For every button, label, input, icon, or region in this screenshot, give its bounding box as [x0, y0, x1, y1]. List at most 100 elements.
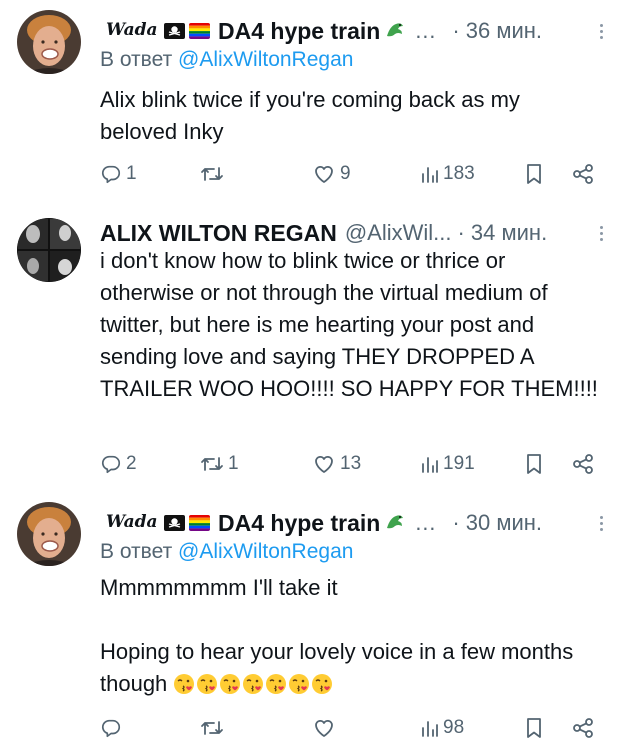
avatar-alix-wilton-regan[interactable] — [17, 218, 81, 282]
reply-context: В ответ @AlixWiltonRegan — [100, 540, 353, 564]
rainbow-flag-icon — [189, 515, 210, 531]
reply-button[interactable]: 2 — [100, 447, 137, 481]
share-button[interactable] — [571, 157, 595, 191]
dragon-emoji-icon — [384, 510, 406, 537]
tweet-2[interactable]: ALIX WILTON REGAN @AlixWil... · 34 мин. … — [0, 210, 625, 492]
views-count: 191 — [443, 453, 475, 474]
tweet-actions: 1 9 183 — [100, 157, 605, 191]
retweet-button[interactable]: 1 — [200, 447, 239, 481]
kissing-face-emoji-icon — [312, 674, 333, 694]
svg-text:Wada: Wada — [106, 512, 158, 532]
reply-context: В ответ @AlixWiltonRegan — [100, 48, 353, 72]
avatar-da4-hype-train[interactable] — [17, 10, 81, 74]
kissing-face-emoji-icon — [197, 674, 218, 694]
reply-to-link[interactable]: @AlixWiltonRegan — [178, 540, 353, 563]
retweet-icon — [201, 457, 223, 471]
views-count: 98 — [443, 717, 465, 738]
heart-icon — [315, 455, 333, 473]
share-button[interactable] — [571, 447, 595, 481]
reply-icon — [101, 165, 121, 184]
tweet-paragraph: i don't know how to blink twice or thric… — [100, 248, 598, 401]
dragon-emoji-icon — [384, 18, 406, 45]
author-script-name: Wada — [104, 510, 160, 537]
avatar-da4-hype-train[interactable] — [17, 502, 81, 566]
tweet-time[interactable]: · 36 мин. — [452, 18, 542, 44]
bookmark-button[interactable] — [525, 447, 543, 481]
tweet-3[interactable]: Wada DA4 hype train … · 30 мин. В ответ … — [0, 492, 625, 750]
more-icon[interactable] — [598, 20, 605, 43]
name-truncation: … — [414, 18, 437, 43]
tweet-paragraph: Hoping to hear your lovely voice in a fe… — [100, 639, 574, 696]
more-icon[interactable] — [598, 222, 605, 245]
reply-to-link[interactable]: @AlixWiltonRegan — [178, 48, 353, 71]
tweet-1[interactable]: Wada DA4 hype train … · 36 мин. В ответ … — [0, 0, 625, 210]
bookmark-icon — [527, 718, 541, 738]
heart-icon — [315, 165, 333, 183]
author-name[interactable]: ALIX WILTON REGAN — [100, 220, 337, 247]
tweet-time[interactable]: · 30 мин. — [452, 510, 542, 536]
share-icon — [573, 718, 593, 738]
share-icon — [573, 164, 593, 184]
author-script-name: Wada — [104, 18, 160, 45]
retweet-button[interactable] — [200, 157, 228, 191]
views-icon — [422, 721, 438, 737]
tweet-header: Wada DA4 hype train … · 36 мин. — [100, 14, 605, 48]
kissing-emoji-row — [173, 671, 334, 696]
reply-button[interactable] — [100, 711, 126, 745]
like-button[interactable] — [312, 711, 340, 745]
more-icon[interactable] — [598, 512, 605, 535]
like-count: 13 — [340, 453, 362, 474]
tweet-text: Alix blink twice if you're coming back a… — [100, 84, 601, 148]
kissing-face-emoji-icon — [243, 674, 264, 694]
reply-count: 1 — [126, 163, 137, 184]
kissing-face-emoji-icon — [289, 674, 310, 694]
tweet-header: Wada DA4 hype train … · 30 мин. — [100, 506, 605, 540]
tweet-text: Mmmmmmmm I'll take it Hoping to hear you… — [100, 572, 601, 700]
bookmark-button[interactable] — [525, 711, 543, 745]
retweet-icon — [201, 721, 223, 735]
share-button[interactable] — [571, 711, 595, 745]
author-handle[interactable]: @AlixWil... — [345, 220, 452, 246]
avatar-portrait — [17, 502, 81, 566]
kissing-face-emoji-icon — [174, 674, 195, 694]
bookmark-icon — [527, 454, 541, 474]
like-button[interactable]: 9 — [312, 157, 351, 191]
reply-button[interactable]: 1 — [100, 157, 137, 191]
kissing-face-emoji-icon — [266, 674, 287, 694]
views-icon — [422, 167, 438, 183]
author-name[interactable]: DA4 hype train — [218, 18, 380, 45]
tweet-actions: 98 — [100, 711, 605, 745]
reply-count: 2 — [126, 453, 137, 474]
reply-icon — [101, 455, 121, 474]
name-truncation: … — [414, 510, 437, 535]
like-button[interactable]: 13 — [312, 447, 361, 481]
tweet-actions: 2 1 13 191 — [100, 447, 605, 481]
pirate-flag-icon — [164, 515, 185, 531]
bookmark-icon — [527, 164, 541, 184]
views-button[interactable]: 191 — [421, 447, 475, 481]
reply-prefix: В ответ — [100, 540, 173, 563]
svg-text:Wada: Wada — [106, 20, 158, 40]
heart-icon — [315, 719, 333, 737]
views-button[interactable]: 183 — [421, 157, 475, 191]
retweet-icon — [201, 167, 223, 181]
retweet-button[interactable] — [200, 711, 228, 745]
rainbow-flag-icon — [189, 23, 210, 39]
reply-prefix: В ответ — [100, 48, 173, 71]
tweet-text: i don't know how to blink twice or thric… — [100, 245, 601, 405]
views-icon — [422, 457, 438, 473]
views-button[interactable]: 98 — [421, 711, 464, 745]
retweet-count: 1 — [228, 453, 239, 474]
like-count: 9 — [340, 163, 351, 184]
bookmark-button[interactable] — [525, 157, 543, 191]
kissing-face-emoji-icon — [220, 674, 241, 694]
author-name[interactable]: DA4 hype train — [218, 510, 380, 537]
views-count: 183 — [443, 163, 475, 184]
avatar-collage — [17, 218, 81, 282]
share-icon — [573, 454, 593, 474]
tweet-paragraph: Mmmmmmmm I'll take it — [100, 575, 338, 600]
tweet-time[interactable]: · 34 мин. — [457, 220, 547, 246]
reply-icon — [101, 719, 121, 738]
pirate-flag-icon — [164, 23, 185, 39]
avatar-portrait — [17, 10, 81, 74]
